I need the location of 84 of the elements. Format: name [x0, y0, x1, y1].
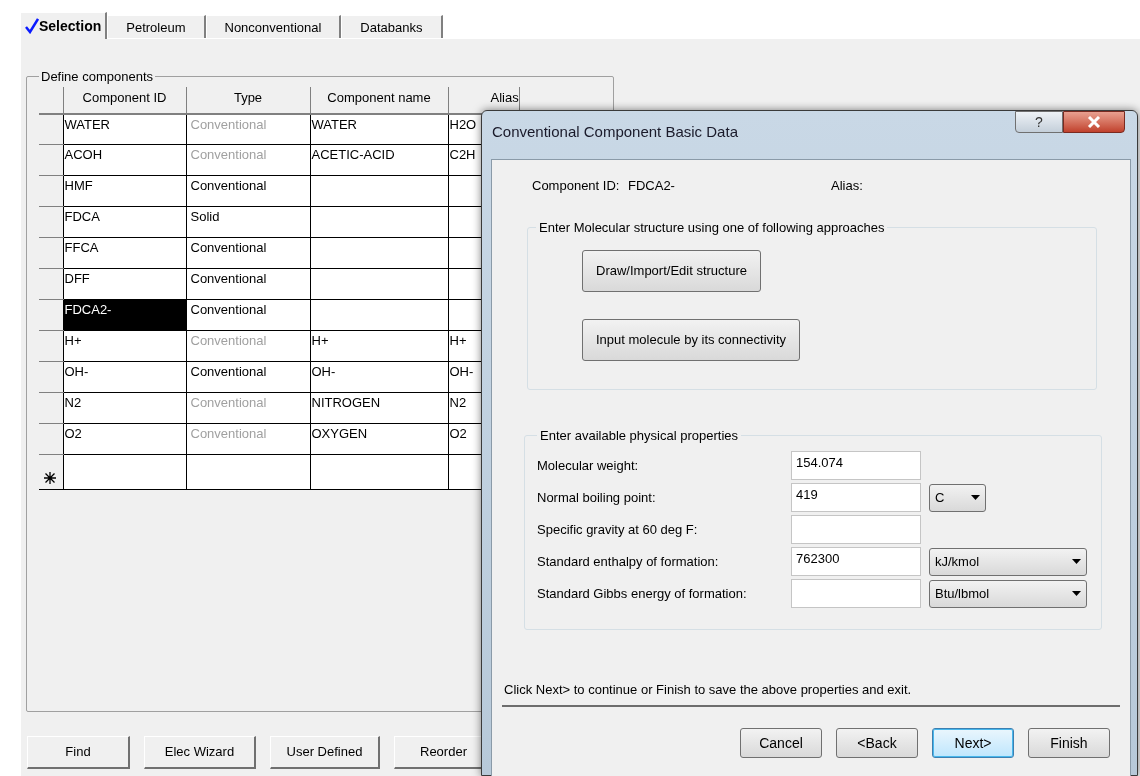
table-cell: H+: [63, 330, 186, 362]
tab[interactable]: Petroleum: [107, 15, 206, 39]
row-header[interactable]: [39, 330, 63, 362]
table-cell: O2: [63, 423, 186, 455]
input-field[interactable]: [791, 579, 921, 608]
row-header[interactable]: [39, 268, 63, 300]
field-label: Molecular weight:: [537, 456, 640, 475]
field-label: Specific gravity at 60 deg F:: [537, 520, 699, 539]
unit-dropdown[interactable]: kJ/kmol: [929, 547, 1087, 576]
table-cell: WATER: [63, 113, 186, 145]
component-id-value: FDCA2-: [628, 177, 676, 195]
group-title: Enter available physical properties: [539, 427, 739, 445]
table-cell: Conventional: [186, 392, 310, 424]
input-field[interactable]: [791, 515, 921, 544]
table-cell: DFF: [63, 268, 186, 300]
button[interactable]: Draw/Import/Edit structure: [582, 249, 761, 292]
table-cell: NITROGEN: [310, 392, 448, 424]
button[interactable]: <Back: [836, 728, 918, 758]
table-cell: FDCA: [63, 206, 186, 238]
input-field[interactable]: 419: [791, 483, 921, 512]
unit-dropdown[interactable]: C: [929, 483, 986, 512]
help-button[interactable]: ?: [1015, 111, 1063, 133]
row-header[interactable]: [39, 423, 63, 455]
close-button[interactable]: [1063, 111, 1125, 133]
table-cell: OH-: [310, 361, 448, 393]
alias-label: Alias:: [831, 177, 863, 195]
table-cell: WATER: [310, 113, 448, 145]
table-cell: Solid: [186, 206, 310, 238]
button[interactable]: Cancel: [740, 728, 822, 758]
group-title: Enter Molecular structure using one of following approaches: [538, 219, 886, 237]
row-header[interactable]: [39, 237, 63, 269]
table-cell[interactable]: [310, 454, 448, 490]
button[interactable]: Next>: [932, 728, 1014, 758]
row-header[interactable]: [39, 392, 63, 424]
table-cell: Conventional: [186, 144, 310, 176]
input-field[interactable]: 154.074: [791, 451, 921, 480]
row-header[interactable]: [39, 113, 63, 145]
table-cell: ACOH: [63, 144, 186, 176]
table-cell: OH-: [63, 361, 186, 393]
table-cell: Conventional: [186, 423, 310, 455]
component-id-label: Component ID:: [532, 177, 621, 195]
tab[interactable]: Nonconventional: [205, 15, 342, 39]
table-cell: HMF: [63, 175, 186, 207]
table-cell: Conventional: [186, 237, 310, 269]
group-title: Define components: [40, 68, 154, 86]
close-icon: [1087, 116, 1101, 128]
table-cell: ACETIC-ACID: [310, 144, 448, 176]
row-header[interactable]: [39, 144, 63, 176]
field-label: Normal boiling point:: [537, 488, 657, 507]
table-cell: FDCA2-: [63, 299, 186, 331]
table-cell: N2: [63, 392, 186, 424]
table-cell[interactable]: [63, 454, 186, 490]
button[interactable]: Find: [27, 736, 130, 769]
tab[interactable]: Selection: [20, 12, 108, 39]
column-header[interactable]: Type: [233, 89, 263, 105]
table-cell: OXYGEN: [310, 423, 448, 455]
table-cell: Conventional: [186, 268, 310, 300]
caret-icon: [1072, 591, 1081, 596]
checkmark-icon: [25, 18, 39, 34]
table-cell: Conventional: [186, 113, 310, 145]
table-cell[interactable]: [186, 454, 310, 490]
row-header[interactable]: [39, 361, 63, 393]
button[interactable]: User Defined: [270, 736, 380, 769]
row-header[interactable]: [39, 299, 63, 331]
table-cell: H+: [310, 330, 448, 362]
row-header[interactable]: [39, 175, 63, 207]
caret-icon: [1072, 559, 1081, 564]
table-cell: Conventional: [186, 299, 310, 331]
button[interactable]: Elec Wizard: [144, 736, 256, 769]
caret-icon: [971, 495, 980, 500]
row-header[interactable]: [39, 206, 63, 238]
tab[interactable]: Databanks: [341, 15, 443, 39]
new-row-icon: [43, 471, 57, 485]
hint-text: Click Next> to continue or Finish to save the above properties and exit.: [504, 681, 912, 699]
table-cell: Conventional: [186, 175, 310, 207]
button[interactable]: Input molecule by its connectivity: [582, 318, 801, 361]
field-label: Standard enthalpy of formation:: [537, 552, 720, 571]
field-label: Standard Gibbs energy of formation:: [537, 584, 748, 603]
input-field[interactable]: 762300: [791, 547, 921, 576]
button[interactable]: Finish: [1028, 728, 1110, 758]
table-cell: Conventional: [186, 330, 310, 362]
unit-dropdown[interactable]: Btu/lbmol: [929, 579, 1087, 608]
table-cell: FFCA: [63, 237, 186, 269]
table-cell: Conventional: [186, 361, 310, 393]
